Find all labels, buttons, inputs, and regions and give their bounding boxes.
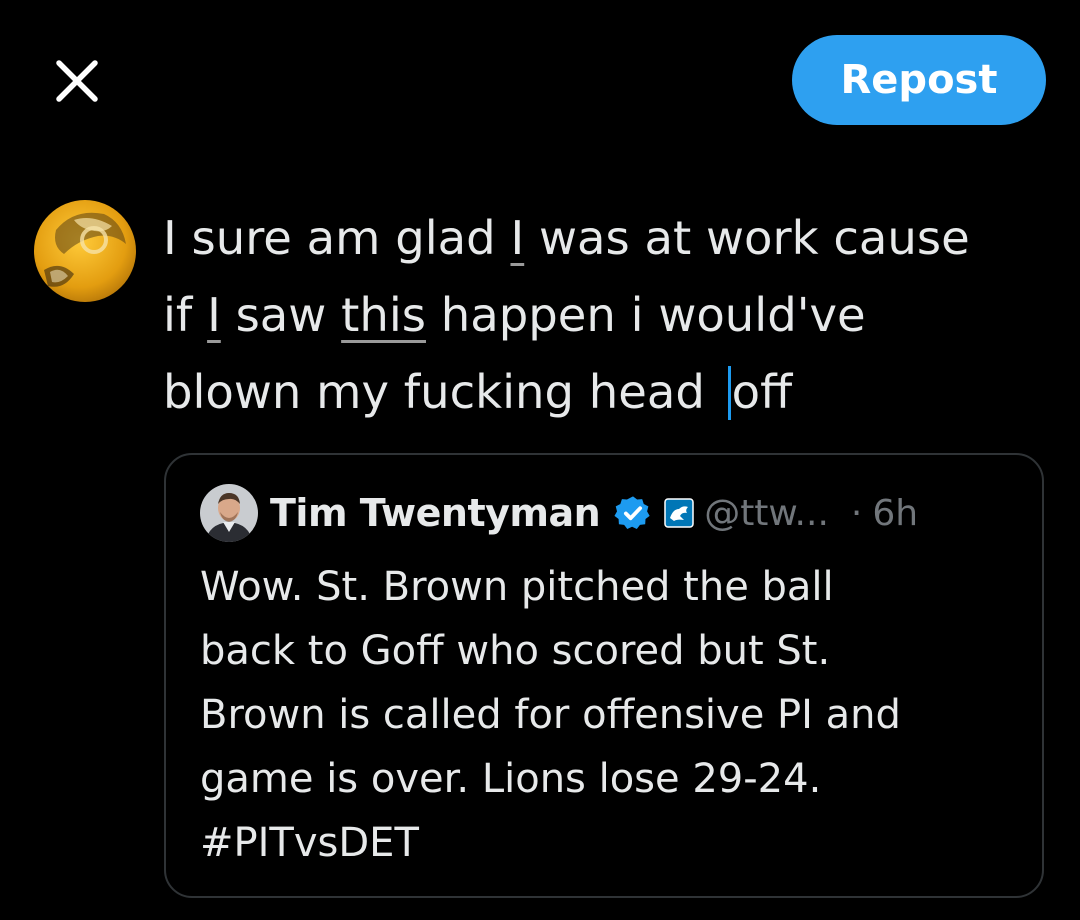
quoted-text-line: Wow. St. Brown pitched the ball	[200, 564, 834, 610]
user-avatar[interactable]	[34, 200, 136, 302]
lions-affiliation-icon	[664, 498, 694, 528]
quoted-author-avatar	[200, 484, 258, 542]
text-caret	[727, 366, 731, 420]
compose-textarea[interactable]: I sure am glad I was at work cause if I …	[163, 200, 1053, 431]
quoted-post-text: Wow. St. Brown pitched the ball back to …	[200, 555, 1020, 875]
close-icon	[56, 60, 98, 102]
compose-line-3: blown my fucking head off	[163, 365, 793, 420]
quoted-post-header: Tim Twentyman @ttw... · 6h	[200, 481, 918, 545]
compose-line-2: if I saw this happen i would've	[163, 288, 866, 342]
spellcheck-word[interactable]: I	[510, 211, 524, 265]
author-avatar-icon	[200, 484, 258, 542]
quoted-author-name: Tim Twentyman	[270, 491, 601, 535]
quoted-text-line: back to Goff who scored but St.	[200, 628, 831, 674]
quoted-hashtag[interactable]: #PITvsDET	[200, 811, 1020, 875]
header-separator: ·	[850, 492, 863, 534]
user-avatar-icon	[34, 200, 136, 302]
spellcheck-word[interactable]: this	[341, 288, 426, 342]
quoted-author-handle: @ttw...	[704, 492, 829, 534]
repost-button[interactable]: Repost	[792, 35, 1046, 125]
compose-line-1: I sure am glad I was at work cause	[163, 211, 970, 265]
spellcheck-word[interactable]: I	[207, 288, 221, 342]
quoted-text-line: game is over. Lions lose 29-24.	[200, 756, 822, 802]
verified-badge-icon	[614, 496, 650, 529]
close-button[interactable]	[48, 52, 106, 110]
quoted-post-time: 6h	[872, 492, 919, 534]
quoted-post-card[interactable]: Tim Twentyman @ttw... · 6h Wow. St. Brow…	[164, 453, 1044, 898]
quoted-text-line: Brown is called for offensive PI and	[200, 692, 901, 738]
